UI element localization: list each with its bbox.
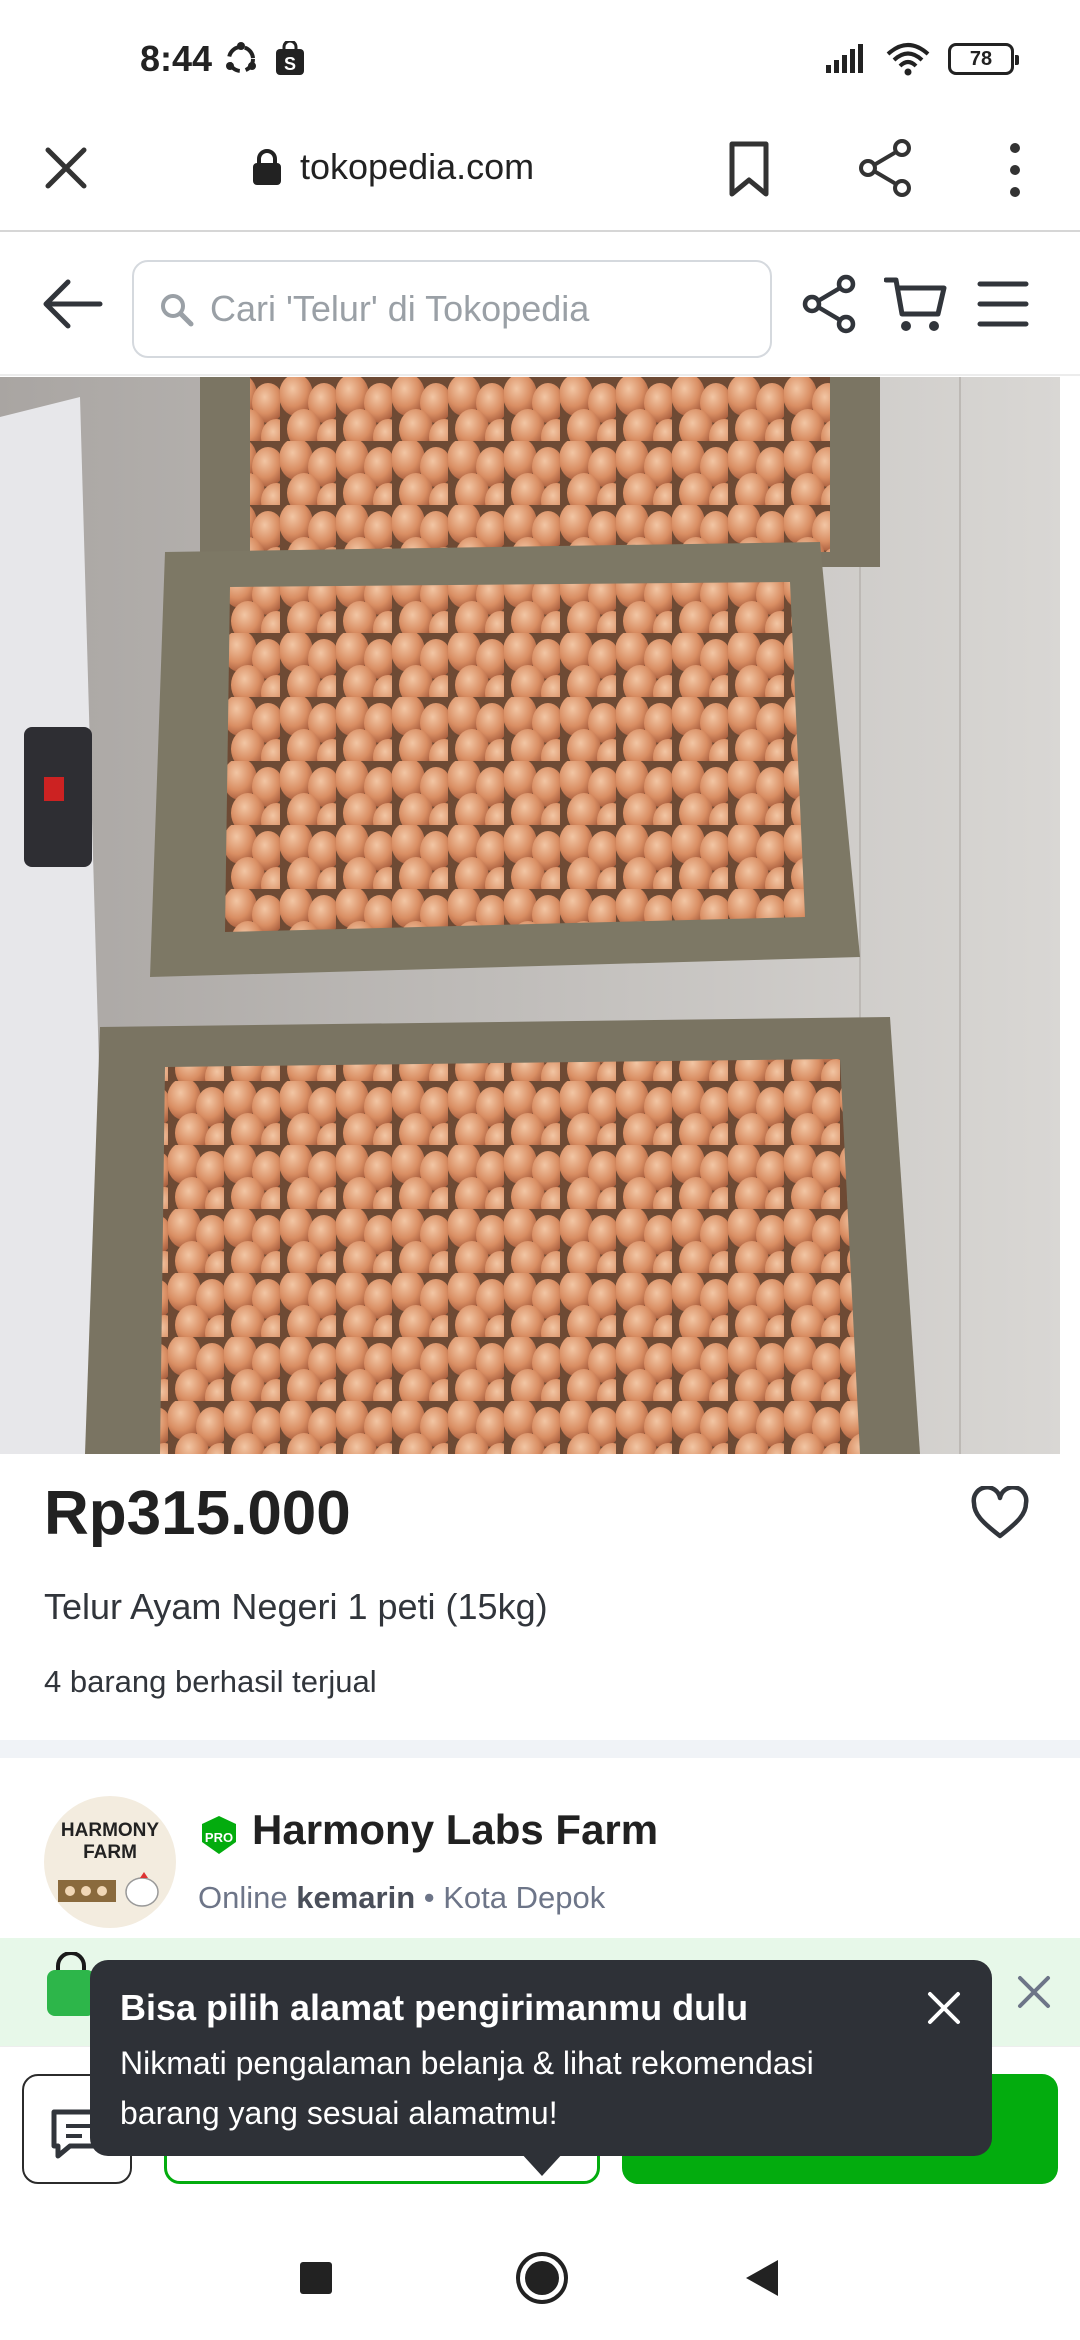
- browser-toolbar: tokopedia.com: [0, 120, 1080, 232]
- product-price: Rp315.000: [44, 1479, 351, 1548]
- wifi-icon: [886, 43, 930, 76]
- heart-icon[interactable]: [970, 1486, 1030, 1542]
- lock-icon: [253, 149, 281, 185]
- search-input[interactable]: Cari 'Telur' di Tokopedia: [132, 260, 772, 358]
- sync-icon: [226, 42, 256, 73]
- share-icon[interactable]: [856, 138, 916, 198]
- tooltip-arrow: [520, 2152, 564, 2176]
- cart-icon[interactable]: [884, 272, 948, 336]
- bookmark-icon[interactable]: [726, 140, 772, 198]
- close-icon[interactable]: [40, 142, 92, 194]
- share-icon[interactable]: [800, 272, 860, 336]
- product-title: Telur Ayam Negeri 1 peti (15kg): [44, 1586, 548, 1627]
- avatar-text-2: FARM: [83, 1842, 137, 1863]
- address-tooltip: Bisa pilih alamat pengirimanmu dulu Nikm…: [90, 1960, 992, 2156]
- url-text: tokopedia.com: [300, 146, 535, 187]
- status-time: 8:44: [140, 38, 213, 79]
- back-button[interactable]: [742, 2256, 782, 2300]
- shop-status: Online kemarin • Kota Depok: [198, 1880, 605, 1916]
- app-header: Cari 'Telur' di Tokopedia: [0, 232, 1080, 376]
- battery-level: 78: [969, 47, 993, 70]
- tooltip-title: Bisa pilih alamat pengirimanmu dulu: [120, 1987, 749, 2028]
- status-bar: 8:44 S 78: [0, 0, 1080, 120]
- pro-badge-icon: PRO: [202, 1816, 236, 1854]
- url-bar[interactable]: tokopedia.com: [252, 146, 534, 188]
- egg-crates-illustration: [0, 377, 1060, 1454]
- battery-icon: 78: [948, 43, 1019, 75]
- search-icon: [161, 294, 194, 327]
- back-arrow-icon[interactable]: [42, 276, 104, 332]
- search-placeholder: Cari 'Telur' di Tokopedia: [210, 288, 590, 329]
- more-icon[interactable]: [1000, 140, 1030, 200]
- shop-status-prefix: Online: [198, 1880, 288, 1915]
- avatar-text-1: HARMONY: [61, 1820, 159, 1841]
- signal-icon: [826, 44, 863, 73]
- shop-avatar[interactable]: HARMONY FARM: [44, 1796, 176, 1928]
- sold-count: 4 barang berhasil terjual: [44, 1664, 377, 1699]
- pro-badge-text: PRO: [205, 1830, 233, 1845]
- shop-location: • Kota Depok: [423, 1880, 606, 1915]
- status-icons-left: S: [222, 40, 306, 78]
- home-button[interactable]: [514, 2250, 570, 2306]
- shop-notification-icon: S: [276, 41, 304, 75]
- status-icons-right: 78: [824, 42, 1019, 76]
- recents-button[interactable]: [300, 2262, 332, 2294]
- shop-status-time: kemarin: [296, 1880, 416, 1915]
- system-nav-bar: [0, 2210, 1080, 2340]
- menu-icon[interactable]: [976, 276, 1030, 332]
- close-icon[interactable]: [924, 1988, 964, 2028]
- shop-name[interactable]: Harmony Labs Farm: [252, 1806, 658, 1854]
- product-photo[interactable]: [0, 377, 1060, 1454]
- tooltip-body: Nikmati pengalaman belanja & lihat rekom…: [120, 2045, 814, 2131]
- close-icon[interactable]: [1016, 1974, 1052, 2010]
- section-divider: [0, 1740, 1080, 1758]
- svg-text:S: S: [284, 54, 296, 74]
